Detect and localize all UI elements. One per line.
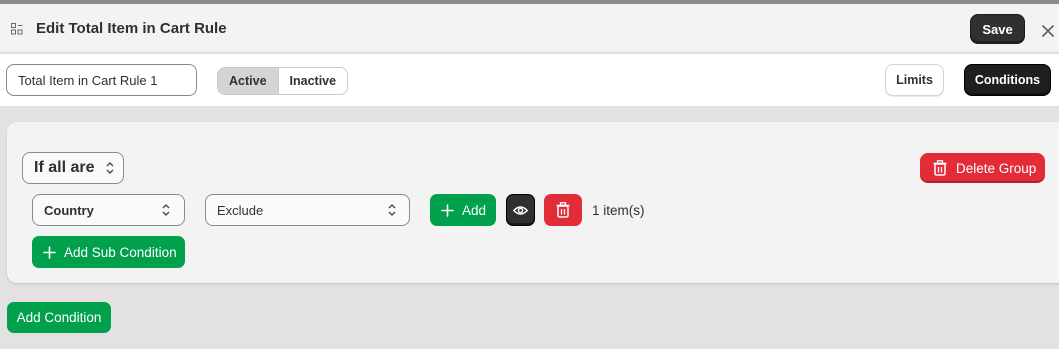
add-condition-button[interactable]: Add Condition — [7, 302, 111, 333]
plus-icon — [43, 245, 56, 259]
rule-name-input[interactable] — [6, 64, 197, 96]
trash-icon — [933, 160, 947, 176]
page-title: Edit Total Item in Cart Rule — [36, 20, 227, 37]
save-button[interactable]: Save — [970, 14, 1025, 44]
chevron-up-down-icon — [106, 162, 114, 174]
group-match-select[interactable]: If all are — [22, 152, 124, 184]
group-match-label: If all are — [34, 159, 95, 176]
item-count-text: 1 item(s) — [592, 203, 645, 218]
add-value-label: Add — [462, 202, 487, 218]
trash-icon — [556, 202, 570, 218]
limits-tab-button[interactable]: Limits — [885, 64, 944, 96]
status-active-option[interactable]: Active — [218, 68, 279, 94]
add-value-button[interactable]: Add — [430, 194, 496, 226]
condition-operator-select[interactable]: Exclude — [205, 194, 410, 226]
condition-field-select[interactable]: Country — [32, 194, 185, 226]
view-items-button[interactable] — [506, 194, 535, 226]
rule-toolbar: Active Inactive Limits Conditions — [0, 54, 1059, 107]
add-sub-condition-button[interactable]: Add Sub Condition — [32, 236, 185, 268]
status-inactive-option[interactable]: Inactive — [278, 68, 348, 94]
delete-group-label: Delete Group — [956, 160, 1037, 176]
modal-header: Edit Total Item in Cart Rule Save — [0, 4, 1059, 53]
add-sub-condition-label: Add Sub Condition — [64, 244, 177, 260]
condition-operator-value: Exclude — [217, 202, 264, 218]
eye-icon — [513, 205, 528, 215]
plus-icon — [441, 203, 454, 217]
chevron-up-down-icon — [162, 204, 170, 216]
status-toggle: Active Inactive — [217, 67, 349, 95]
conditions-tab-button[interactable]: Conditions — [964, 64, 1051, 96]
rule-grid-icon — [11, 23, 23, 35]
delete-group-button[interactable]: Delete Group — [920, 153, 1045, 183]
delete-condition-button[interactable] — [544, 194, 582, 226]
condition-field-value: Country — [44, 202, 94, 218]
chevron-up-down-icon — [388, 204, 396, 216]
close-icon[interactable] — [1040, 23, 1056, 39]
